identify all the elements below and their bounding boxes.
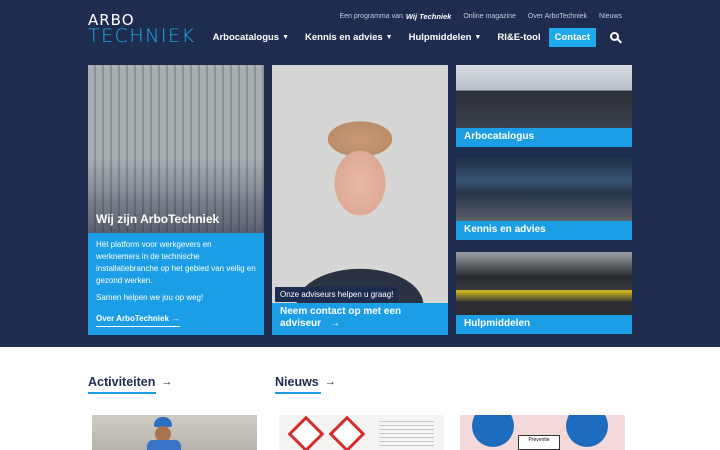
arbotechniek-logo[interactable]: ARBO TECHNIEK xyxy=(88,13,195,46)
tile-label: Hulpmiddelen xyxy=(456,315,632,334)
programme-prefix: Een programma van xyxy=(339,13,403,20)
top-links: Een programma van Wij Techniek Online ma… xyxy=(339,12,622,21)
tile-about-tagline: Samen helpen we jou op weg! xyxy=(96,293,204,302)
contact-button[interactable]: Contact xyxy=(548,28,596,47)
electrician-photo xyxy=(88,65,264,233)
nav-item-arbocatalogus[interactable]: Arbocatalogus ▼ xyxy=(213,32,289,43)
arrow-right-icon: → xyxy=(324,376,336,388)
training-photo xyxy=(456,65,632,128)
audience-photo xyxy=(456,158,632,221)
toolbox-photo xyxy=(456,252,632,315)
nav-item-rie-tool[interactable]: RI&E-tool xyxy=(497,32,540,43)
section-nieuws-heading[interactable]: Nieuws → xyxy=(275,375,336,389)
search-icon[interactable] xyxy=(610,31,622,44)
activity-card-image[interactable] xyxy=(92,415,257,450)
section-title: Nieuws xyxy=(275,375,319,389)
tile-label: Kennis en advies xyxy=(456,221,632,240)
nav-item-hulpmiddelen[interactable]: Hulpmiddelen ▼ xyxy=(409,32,482,43)
chevron-down-icon: ▼ xyxy=(385,34,393,41)
arrow-right-icon: → xyxy=(161,376,173,388)
nav-label: RI&E-tool xyxy=(497,32,541,43)
nav-label: Kennis en advies xyxy=(305,32,383,43)
news-card-image[interactable] xyxy=(279,415,444,450)
tile-about-text: Hét platform voor werkgevers en werkneme… xyxy=(96,240,256,285)
main-navigation: Arbocatalogus ▼ Kennis en advies ▼ Hulpm… xyxy=(213,28,622,47)
tile-label: Arbocatalogus xyxy=(456,128,632,147)
arrow-right-icon: → xyxy=(171,314,180,323)
link-label: Over ArboTechniek xyxy=(96,314,169,323)
section-title: Activiteiten xyxy=(88,375,156,389)
hazard-symbol-icon xyxy=(328,415,366,450)
over-arbotechniek-link[interactable]: Over ArboTechniek → xyxy=(96,313,180,327)
tile-about-panel: Hét platform voor werkgevers en werkneme… xyxy=(88,233,264,335)
tile-kennis-en-advies[interactable]: Kennis en advies xyxy=(456,158,632,240)
top-link-nieuws[interactable]: Nieuws xyxy=(599,13,622,20)
tile-hulpmiddelen[interactable]: Hulpmiddelen xyxy=(456,252,632,334)
nav-item-kennis-en-advies[interactable]: Kennis en advies ▼ xyxy=(305,32,393,43)
ear-protection-sign-icon xyxy=(566,415,608,447)
top-link-over-arbotechniek[interactable]: Over ArboTechniek xyxy=(528,13,587,20)
nav-label: Hulpmiddelen xyxy=(408,32,472,43)
chevron-down-icon: ▼ xyxy=(474,34,482,41)
tile-about[interactable]: Wij zijn ArboTechniek Hét platform voor … xyxy=(88,65,264,335)
top-link-online-magazine[interactable]: Online magazine xyxy=(463,13,516,20)
advisor-photo xyxy=(272,65,448,303)
safety-goggles-sign-icon xyxy=(472,415,514,447)
section-activiteiten-heading[interactable]: Activiteiten → xyxy=(88,375,172,389)
contact-advisor-cta[interactable]: Neem contact op met een adviseur → xyxy=(272,303,448,335)
hero-section: ARBO TECHNIEK Een programma van Wij Tech… xyxy=(0,0,720,347)
chevron-down-icon: ▼ xyxy=(282,34,290,41)
programme-credit[interactable]: Een programma van Wij Techniek xyxy=(339,12,451,21)
nav-label: Arbocatalogus xyxy=(212,32,280,43)
hazard-symbol-icon xyxy=(287,415,325,450)
tile-advisor[interactable]: Onze adviseurs helpen u graag! Neem cont… xyxy=(272,65,448,335)
section-underline xyxy=(88,392,156,394)
wij-techniek-brand: Wij Techniek xyxy=(405,12,452,21)
tile-arbocatalogus[interactable]: Arbocatalogus xyxy=(456,65,632,147)
cta-label: Neem contact op met een adviseur xyxy=(280,306,402,329)
section-underline xyxy=(275,392,321,394)
preventie-sign: Preventie xyxy=(518,435,560,450)
tile-about-title: Wij zijn ArboTechniek xyxy=(96,212,220,226)
arrow-right-icon: → xyxy=(329,318,340,329)
logo-line-2: TECHNIEK xyxy=(88,25,196,47)
advisor-tag: Onze adviseurs helpen u graag! xyxy=(275,287,399,302)
card-image-ppe-signs[interactable]: Preventie xyxy=(460,415,625,450)
